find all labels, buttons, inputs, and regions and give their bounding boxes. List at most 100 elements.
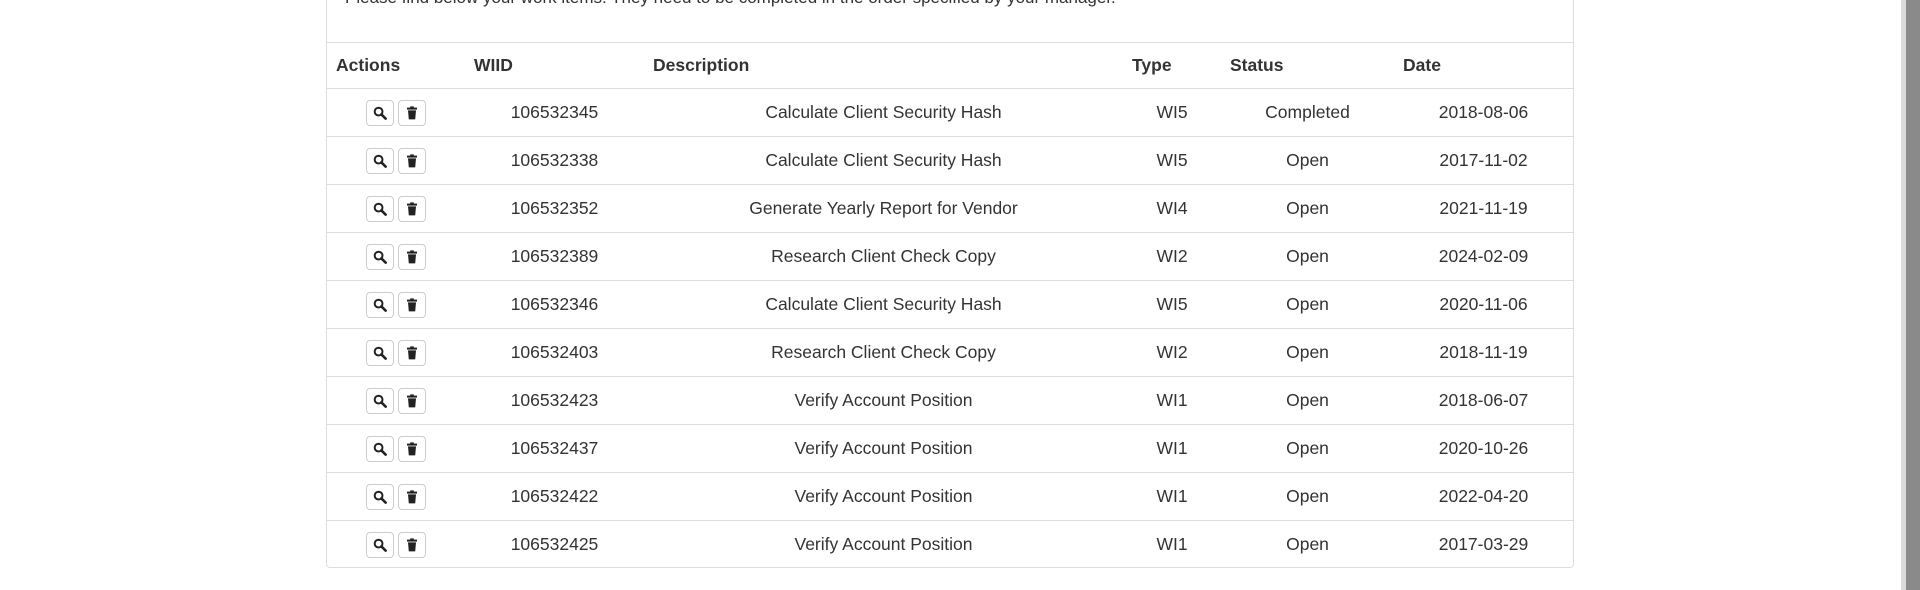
table-row: 106532352 Generate Yearly Report for Vend… [327,184,1573,233]
cell-description: Calculate Client Security Hash [644,88,1123,137]
cell-wiid: 106532338 [465,136,644,185]
cell-wiid: 106532345 [465,88,644,137]
row-actions [327,232,465,281]
intro-text: Please find below your work items. They … [345,0,1116,8]
cell-description: Research Client Check Copy [644,232,1123,281]
delete-button[interactable] [398,243,426,270]
cell-wiid: 106532352 [465,184,644,233]
cell-status: Open [1286,534,1329,555]
cell-wiid: 106532346 [465,280,644,329]
header-wiid[interactable]: WIID [465,42,644,89]
cell-status: Open [1221,184,1394,233]
view-button[interactable] [366,483,394,510]
cell-type: WI1 [1156,534,1188,555]
table-row: 106532403 Research Client Check Copy WI2 Op… [327,328,1573,377]
window-edge [1901,0,1920,590]
cell-status: Open [1221,232,1394,281]
header-date[interactable]: Date [1394,42,1573,89]
table-row: 106532425 Verify Account Position WI1 Open 2… [327,521,1573,569]
view-button[interactable] [366,435,394,462]
row-actions [327,424,465,473]
cell-type: WI5 [1123,88,1221,137]
cell-date: 2021-11-19 [1394,184,1573,233]
delete-button[interactable] [398,291,426,318]
table-row: 106532437 Verify Account Position WI1 Open 2… [327,424,1573,473]
cell-date: 2024-02-09 [1394,232,1573,281]
cell-date: 2020-11-06 [1394,280,1573,329]
header-actions: Actions [327,42,465,89]
cell-status: Open [1221,424,1394,473]
cell-wiid: 106532425 [510,534,599,555]
delete-button[interactable] [398,99,426,126]
row-actions [327,184,465,233]
delete-button[interactable] [398,531,426,558]
cell-description: Calculate Client Security Hash [644,136,1123,185]
row-actions [327,376,465,425]
header-status[interactable]: Status [1221,42,1394,89]
cell-date: 2022-04-20 [1394,472,1573,521]
delete-button[interactable] [398,195,426,222]
work-items-table: Actions WIID Description Type Status Dat… [327,42,1573,569]
cell-date: 2020-10-26 [1394,424,1573,473]
delete-button[interactable] [398,339,426,366]
cell-description: Generate Yearly Report for Vendor [644,184,1123,233]
header-type[interactable]: Type [1123,42,1221,89]
cell-status: Open [1221,136,1394,185]
cell-description: Research Client Check Copy [644,328,1123,377]
table-row: 106532389 Research Client Check Copy WI2 Op… [327,232,1573,281]
view-button[interactable] [366,147,394,174]
view-button[interactable] [366,195,394,222]
cell-status: Open [1221,376,1394,425]
view-button[interactable] [366,243,394,270]
cell-date: 2017-03-29 [1438,534,1529,555]
row-actions [327,88,465,137]
table-row: 106532422 Verify Account Position WI1 Open 2… [327,472,1573,521]
table-header-row: Actions WIID Description Type Status Dat… [327,42,1573,89]
cell-date: 2018-11-19 [1394,328,1573,377]
cell-date: 2018-06-07 [1394,376,1573,425]
table-row: 106532345 Calculate Client Security Hash W… [327,88,1573,137]
view-button[interactable] [366,531,394,558]
delete-button[interactable] [398,483,426,510]
view-button[interactable] [366,291,394,318]
delete-button[interactable] [398,387,426,414]
cell-status: Completed [1221,88,1394,137]
cell-status: Open [1221,328,1394,377]
cell-description: Verify Account Position [644,376,1123,425]
row-actions [327,328,465,377]
cell-type: WI1 [1123,424,1221,473]
cell-type: WI1 [1123,376,1221,425]
view-button[interactable] [366,339,394,366]
row-actions [327,136,465,185]
view-button[interactable] [366,99,394,126]
table-row: 106532338 Calculate Client Security Hash W… [327,136,1573,185]
cell-description: Verify Account Position [644,472,1123,521]
cell-type: WI1 [1123,472,1221,521]
cell-type: WI4 [1123,184,1221,233]
cell-wiid: 106532389 [465,232,644,281]
cell-description: Verify Account Position [794,534,973,555]
view-button[interactable] [366,387,394,414]
row-actions [327,472,465,521]
cell-date: 2018-08-06 [1394,88,1573,137]
cell-date: 2017-11-02 [1394,136,1573,185]
cell-description: Verify Account Position [644,424,1123,473]
delete-button[interactable] [398,147,426,174]
cell-wiid: 106532423 [465,376,644,425]
cell-type: WI5 [1123,136,1221,185]
row-actions [327,280,465,329]
cell-type: WI2 [1123,232,1221,281]
table-row: 106532423 Verify Account Position WI1 Open 2… [327,376,1573,425]
cell-wiid: 106532403 [465,328,644,377]
cell-type: WI5 [1123,280,1221,329]
cell-status: Open [1221,280,1394,329]
cell-type: WI2 [1123,328,1221,377]
cell-status: Open [1221,472,1394,521]
delete-button[interactable] [398,435,426,462]
cell-description: Calculate Client Security Hash [644,280,1123,329]
cell-wiid: 106532422 [465,472,644,521]
cell-wiid: 106532437 [465,424,644,473]
table-row: 106532346 Calculate Client Security Hash W… [327,280,1573,329]
row-actions [327,521,465,569]
header-description[interactable]: Description [644,42,1123,89]
